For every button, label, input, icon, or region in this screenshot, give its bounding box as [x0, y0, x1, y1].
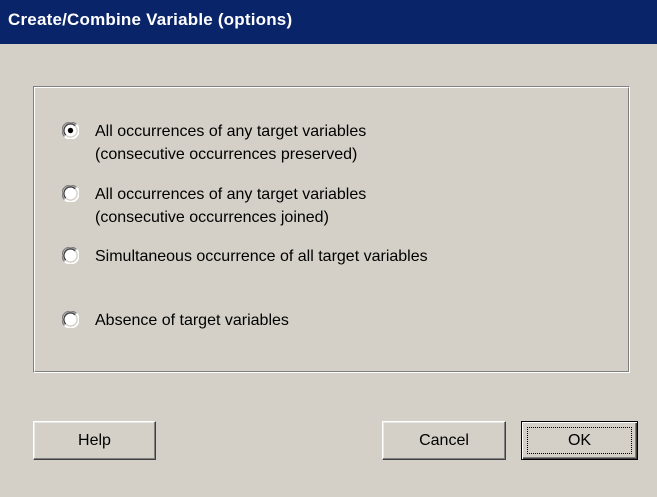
radio-button-icon[interactable]: [62, 311, 79, 328]
cancel-button-label: Cancel: [419, 431, 469, 449]
help-button[interactable]: Help: [33, 421, 156, 460]
help-button-label: Help: [78, 431, 111, 449]
title-bar[interactable]: Create/Combine Variable (options): [0, 0, 657, 44]
option-1-line-2: (consecutive occurrences preserved): [95, 146, 358, 163]
radio-button-icon[interactable]: [62, 185, 79, 202]
option-1-line-1: All occurrences of any target variables: [95, 123, 367, 140]
radio-button-icon[interactable]: [62, 247, 79, 264]
radio-button-icon-checked[interactable]: [62, 122, 79, 139]
option-3-label: Simultaneous occurrence of all target va…: [95, 248, 428, 265]
dialog-title: Create/Combine Variable (options): [8, 10, 293, 29]
option-2-line-2: (consecutive occurrences joined): [95, 209, 329, 226]
ok-button-label: OK: [567, 431, 592, 449]
ok-button[interactable]: OK: [521, 421, 638, 460]
create-combine-variable-dialog: Create/Combine Variable (options) All oc…: [0, 0, 657, 497]
option-4-label: Absence of target variables: [95, 312, 289, 329]
cancel-button[interactable]: Cancel: [382, 421, 506, 460]
option-2-line-1: All occurrences of any target variables: [95, 186, 367, 203]
